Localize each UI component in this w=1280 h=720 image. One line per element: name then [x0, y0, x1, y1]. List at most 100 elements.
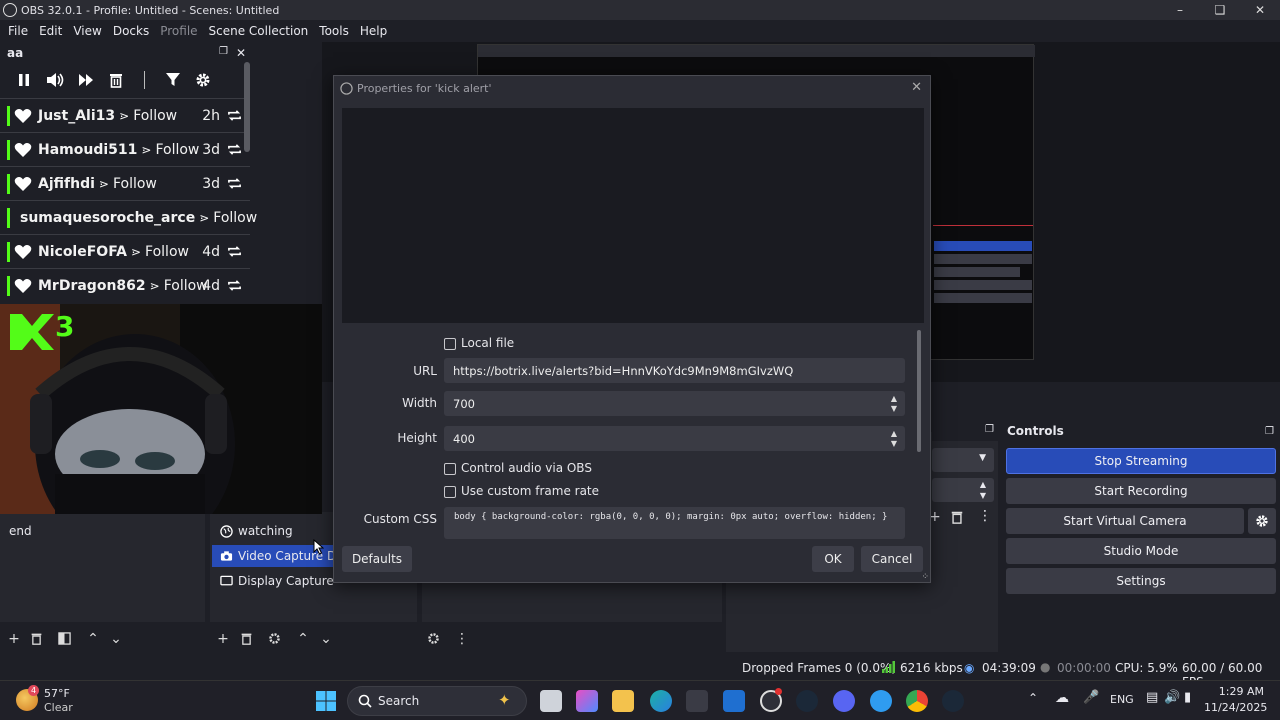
app-icon[interactable]	[870, 690, 892, 712]
pause-icon[interactable]	[16, 72, 32, 88]
replay-icon[interactable]	[227, 244, 242, 259]
heart-icon	[14, 108, 32, 123]
minimize-button[interactable]: –	[1160, 0, 1200, 20]
chat-scrollbar[interactable]	[244, 62, 250, 152]
toolbar-separator	[144, 71, 145, 89]
height-label: Height	[397, 431, 437, 445]
chat-time: 4d	[202, 243, 220, 260]
control-audio-checkbox[interactable]	[444, 463, 456, 475]
edge-icon[interactable]	[650, 690, 672, 712]
chrome-icon[interactable]	[906, 690, 928, 712]
menu-docks[interactable]: Docks	[108, 24, 154, 38]
more-icon[interactable]: ⋮	[454, 631, 470, 647]
trash-icon[interactable]	[240, 632, 253, 645]
resize-grip-icon[interactable]: ⁘	[921, 572, 929, 582]
microphone-icon[interactable]: 🎤	[1083, 690, 1099, 705]
menu-edit[interactable]: Edit	[34, 24, 67, 38]
bitrate: 6216 kbps	[900, 661, 963, 675]
task-view-icon[interactable]	[540, 690, 562, 712]
height-stepper[interactable]: ▲ ▼	[885, 426, 903, 451]
float-dock-icon[interactable]: ❐	[219, 46, 228, 60]
volume-icon[interactable]	[46, 72, 64, 88]
float-dock-icon[interactable]: ❐	[985, 424, 994, 435]
chevron-down-icon[interactable]: ⌄	[318, 631, 334, 647]
start-recording-button[interactable]: Start Recording	[1006, 478, 1276, 504]
height-field[interactable]: 400	[444, 426, 905, 451]
filter-icon[interactable]	[165, 72, 181, 88]
url-field[interactable]: https://botrix.live/alerts?bid=HnnVKoYdc…	[444, 358, 905, 383]
stop-streaming-button[interactable]: Stop Streaming	[1006, 448, 1276, 474]
chat-arrow: ⋗	[119, 108, 130, 123]
volume-icon[interactable]: 🔊	[1164, 690, 1180, 705]
gear-icon[interactable]	[195, 72, 211, 88]
replay-icon[interactable]	[227, 142, 242, 157]
chevron-up-icon[interactable]: ⌃	[295, 631, 311, 647]
status-bar: Dropped Frames 0 (0.0%) 6216 kbps ◉ 04:3…	[0, 656, 1280, 689]
studio-mode-button[interactable]: Studio Mode	[1006, 538, 1276, 564]
cloud-icon[interactable]: ☁	[1055, 690, 1069, 706]
width-label: Width	[402, 396, 437, 410]
replay-icon[interactable]	[227, 278, 242, 293]
chevron-down-icon[interactable]: ⌄	[108, 631, 124, 647]
width-field[interactable]: 700	[444, 391, 905, 416]
defaults-button[interactable]: Defaults	[342, 546, 412, 572]
replay-icon[interactable]	[227, 176, 242, 191]
virtual-camera-settings-button[interactable]	[1248, 508, 1276, 534]
record-time: 00:00:00	[1057, 661, 1111, 675]
trash-icon[interactable]	[108, 72, 124, 88]
transition-select[interactable]: ▼	[932, 448, 994, 472]
gear-icon[interactable]	[268, 632, 281, 645]
cancel-button[interactable]: Cancel	[861, 546, 923, 572]
close-button[interactable]: ✕	[1240, 0, 1280, 20]
replay-icon[interactable]	[227, 108, 242, 123]
file-explorer-icon[interactable]	[612, 690, 634, 712]
menu-help[interactable]: Help	[355, 24, 392, 38]
menu-profile[interactable]: Profile	[155, 24, 202, 38]
menu-view[interactable]: View	[68, 24, 106, 38]
scene-item[interactable]: end	[9, 524, 32, 538]
controls-dock: Controls ❐ Stop Streaming Start Recordin…	[1002, 420, 1280, 654]
clock-date[interactable]: 11/24/2025	[1204, 701, 1267, 714]
menu-file[interactable]: File	[3, 24, 33, 38]
custom-frame-rate-checkbox[interactable]	[444, 486, 456, 498]
dialog-scrollbar[interactable]	[917, 330, 921, 452]
maximize-button[interactable]: ❑	[1200, 0, 1240, 20]
trash-icon[interactable]	[30, 632, 43, 645]
custom-css-field[interactable]: body { background-color: rgba(0, 0, 0, 0…	[444, 507, 905, 539]
close-icon[interactable]: ✕	[911, 80, 922, 95]
clock-time[interactable]: 1:29 AM	[1214, 685, 1264, 698]
more-icon[interactable]: ⋮	[978, 508, 992, 524]
windows-start-icon[interactable]	[316, 691, 336, 711]
transition-duration[interactable]: ▲ ▼	[932, 478, 994, 502]
nested-studio-mode	[934, 280, 1032, 290]
width-stepper[interactable]: ▲ ▼	[885, 391, 903, 416]
chevron-up-icon[interactable]: ⌃	[85, 631, 101, 647]
filter-icon[interactable]	[58, 632, 71, 645]
mixer-gear-icon[interactable]	[427, 632, 440, 645]
menu-tools[interactable]: Tools	[314, 24, 354, 38]
chat-action: Follow	[112, 175, 157, 192]
battery-icon[interactable]: ▮	[1184, 690, 1191, 705]
discord-icon[interactable]	[833, 690, 855, 712]
m365-icon[interactable]	[576, 690, 598, 712]
local-file-checkbox[interactable]	[444, 338, 456, 350]
menu-scene-collection[interactable]: Scene Collection	[204, 24, 314, 38]
ok-button[interactable]: OK	[812, 546, 854, 572]
outlook-icon[interactable]	[723, 690, 745, 712]
trash-icon[interactable]	[950, 510, 964, 524]
chevron-up-icon[interactable]: ⌃	[1028, 691, 1038, 705]
steam-icon-2[interactable]	[942, 690, 964, 712]
chat-username: Just_Ali13	[38, 107, 116, 124]
close-dock-icon[interactable]: ✕	[236, 46, 246, 60]
start-virtual-camera-button[interactable]: Start Virtual Camera	[1006, 508, 1244, 534]
float-dock-icon[interactable]: ❐	[1265, 426, 1274, 437]
taskbar-search[interactable]: Search ✦	[347, 686, 527, 716]
add-source-icon[interactable]: +	[215, 631, 231, 647]
network-icon[interactable]: ▤	[1146, 690, 1158, 705]
settings-button[interactable]: Settings	[1006, 568, 1276, 594]
skip-icon[interactable]	[78, 72, 94, 88]
steam-icon[interactable]	[796, 690, 818, 712]
language-indicator[interactable]: ENG	[1110, 693, 1134, 706]
store-icon[interactable]	[686, 690, 708, 712]
add-scene-icon[interactable]: +	[6, 631, 22, 647]
